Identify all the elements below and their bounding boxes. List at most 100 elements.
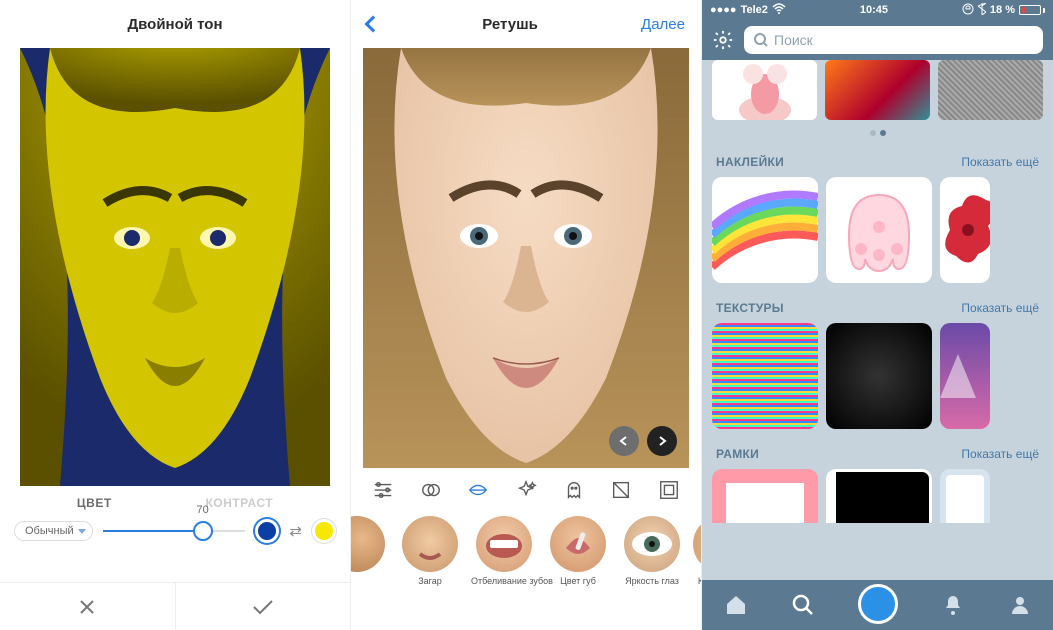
preset-prev[interactable] (359, 516, 389, 586)
frame-card[interactable] (826, 469, 932, 523)
carrier-label: Tele2 (741, 4, 768, 16)
edited-photo[interactable] (20, 48, 330, 486)
prev-photo-button[interactable] (609, 426, 639, 456)
intensity-slider[interactable]: 70 (103, 516, 246, 546)
section-title: ТЕКСТУРЫ (716, 301, 784, 315)
arrow-right-icon (656, 435, 668, 447)
sharpen-icon[interactable] (609, 478, 633, 502)
texture-card[interactable] (940, 323, 990, 429)
duotone-panel: Двойной тон ЦВЕТ КОНТРАСТ Обыч (0, 0, 351, 630)
swap-colors-icon[interactable]: ⇄ (289, 522, 302, 540)
status-bar: ●●●● Tele2 10:45 18 % (702, 0, 1053, 20)
top-banner-row[interactable] (702, 60, 1053, 128)
ghost-icon[interactable] (562, 478, 586, 502)
page-title: Двойной тон (127, 16, 222, 33)
frame-card[interactable] (712, 469, 818, 523)
frame-card[interactable] (940, 469, 990, 523)
content-scroll[interactable]: НАКЛЕЙКИ Показать ещё ТЕКСТУРЫ Показать … (702, 60, 1053, 580)
tab-activity[interactable] (941, 593, 965, 617)
banner-card[interactable] (825, 60, 930, 120)
banner-card[interactable] (712, 60, 817, 120)
orientation-lock-icon (962, 3, 974, 18)
preset-tan[interactable]: Загар (397, 516, 463, 586)
preset-label: Яркость глаз (619, 576, 685, 586)
stickers-row[interactable] (702, 177, 1053, 291)
cancel-button[interactable] (0, 583, 176, 630)
battery-icon (1019, 5, 1045, 15)
frames-row[interactable] (702, 469, 1053, 523)
search-icon (791, 593, 815, 617)
adjustments-icon[interactable] (371, 478, 395, 502)
back-button[interactable] (367, 18, 379, 30)
tool-icon-row (351, 468, 701, 512)
retouch-presets[interactable]: Загар Отбеливание зубов Цвет губ Яркость… (351, 512, 701, 586)
retouch-panel: Ретушь Далее (351, 0, 702, 630)
tab-contrast[interactable]: КОНТРАСТ (205, 496, 273, 510)
slider-value: 70 (196, 504, 208, 516)
bottom-tabbar (702, 580, 1053, 630)
primary-color-swatch[interactable] (255, 519, 279, 543)
preset-label: Цвет губ (545, 576, 611, 586)
search-placeholder: Поиск (774, 32, 813, 48)
preset-next[interactable]: Кр (693, 516, 701, 586)
carousel-dots (702, 128, 1053, 145)
settings-button[interactable] (712, 29, 734, 51)
close-icon (77, 597, 97, 617)
preset-label: Кр (693, 576, 701, 586)
tab-color[interactable]: ЦВЕТ (77, 496, 112, 510)
preset-label: Загар (397, 576, 463, 586)
page-title: Ретушь (482, 16, 538, 33)
sticker-card[interactable] (826, 177, 932, 283)
sparkle-icon[interactable] (514, 478, 538, 502)
blend-mode-label: Обычный (25, 525, 74, 537)
check-icon (251, 597, 275, 617)
banner-card[interactable] (938, 60, 1043, 120)
apply-button[interactable] (176, 583, 351, 630)
show-all-stickers[interactable]: Показать ещё (961, 155, 1039, 169)
person-icon (1008, 593, 1032, 617)
assets-panel: ●●●● Tele2 10:45 18 % Поиск (702, 0, 1053, 630)
secondary-color-swatch[interactable] (312, 519, 336, 543)
search-input[interactable]: Поиск (744, 26, 1043, 54)
stickers-header: НАКЛЕЙКИ Показать ещё (702, 145, 1053, 177)
textures-header: ТЕКСТУРЫ Показать ещё (702, 291, 1053, 323)
next-photo-button[interactable] (647, 426, 677, 456)
blend-mode-select[interactable]: Обычный (14, 521, 93, 541)
battery-percent: 18 % (990, 4, 1015, 16)
show-all-textures[interactable]: Показать ещё (961, 301, 1039, 315)
sticker-card[interactable] (712, 177, 818, 283)
overlap-icon[interactable] (419, 478, 443, 502)
lips-icon[interactable] (466, 478, 490, 502)
show-all-frames[interactable]: Показать ещё (961, 447, 1039, 461)
wifi-icon (772, 3, 786, 17)
textures-row[interactable] (702, 323, 1053, 437)
panel2-header: Ретушь Далее (351, 0, 701, 48)
frames-header: РАМКИ Показать ещё (702, 437, 1053, 469)
frame-icon[interactable] (657, 478, 681, 502)
search-icon (754, 33, 768, 47)
tab-profile[interactable] (1008, 593, 1032, 617)
texture-card[interactable] (712, 323, 818, 429)
sticker-card[interactable] (940, 177, 990, 283)
texture-card[interactable] (826, 323, 932, 429)
slider-row: Обычный 70 ⇄ (0, 510, 350, 546)
edited-photo[interactable] (363, 48, 689, 468)
chevron-down-icon (78, 529, 86, 534)
arrow-left-icon (618, 435, 630, 447)
chevron-left-icon (365, 16, 382, 33)
bluetooth-icon (978, 3, 986, 18)
tab-create[interactable] (858, 584, 898, 624)
adjust-tabs: ЦВЕТ КОНТРАСТ (0, 486, 350, 510)
section-title: НАКЛЕЙКИ (716, 155, 784, 169)
panel1-header: Двойной тон (0, 0, 350, 48)
tab-home[interactable] (724, 593, 748, 617)
preset-lip-color[interactable]: Цвет губ (545, 516, 611, 586)
preset-whiten-teeth[interactable]: Отбеливание зубов (471, 516, 537, 586)
next-button[interactable]: Далее (641, 16, 685, 33)
section-title: РАМКИ (716, 447, 759, 461)
clock: 10:45 (860, 4, 888, 16)
confirm-bar (0, 582, 350, 630)
preset-eye-brightness[interactable]: Яркость глаз (619, 516, 685, 586)
tab-search[interactable] (791, 593, 815, 617)
bell-icon (941, 593, 965, 617)
